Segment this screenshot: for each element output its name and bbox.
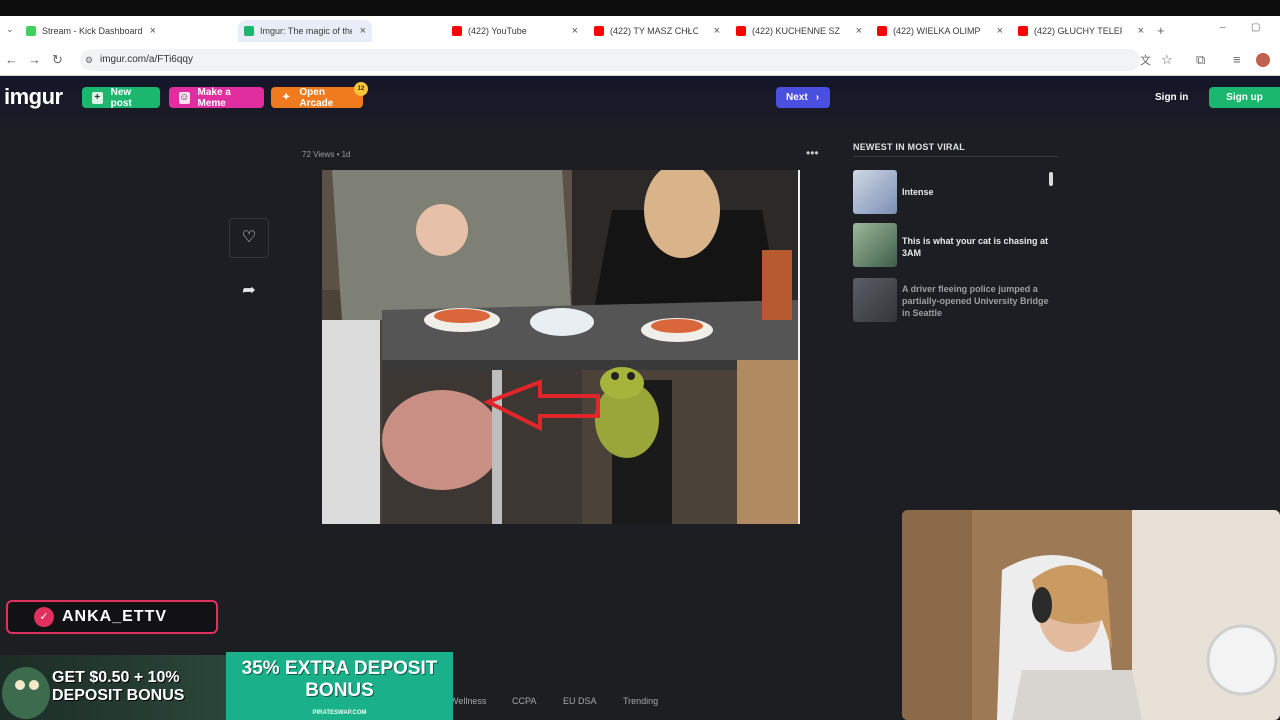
youtube-icon <box>877 26 887 36</box>
rail-divider <box>853 156 1058 157</box>
twitter-icon: ✓ <box>34 607 54 627</box>
meme-icon: ☺ <box>179 91 190 104</box>
youtube-icon <box>736 26 746 36</box>
tab-youtube-3[interactable]: (422) KUCHENNE SZPONY × <box>736 20 862 42</box>
post-photo <box>322 170 798 524</box>
favorite-heart-icon[interactable]: ♡ <box>229 218 269 258</box>
footer-link[interactable]: CCPA <box>512 696 536 706</box>
youtube-icon <box>594 26 604 36</box>
footer-link[interactable]: EU DSA <box>563 696 597 706</box>
rail-thumbnail <box>853 278 897 322</box>
gamepad-icon: ✦ <box>282 91 291 103</box>
share-arrow-icon[interactable]: ➦ <box>239 280 259 300</box>
chevron-right-icon: › <box>815 92 820 103</box>
post-meta: 72 Views • 1d <box>302 150 351 159</box>
tab-youtube[interactable]: (422) YouTube × <box>452 20 578 42</box>
rail-item[interactable]: A driver fleeing police jumped a partial… <box>853 278 1058 322</box>
plus-icon: + <box>92 91 103 104</box>
profile-avatar[interactable] <box>1256 53 1270 67</box>
open-arcade-button[interactable]: ✦ Open Arcade <box>271 87 363 109</box>
tab-imgur[interactable]: Imgur: The magic of the Internet × <box>238 20 372 42</box>
close-tab-icon[interactable]: × <box>572 25 578 37</box>
tab-youtube-5[interactable]: (422) GŁUCHY TELEFON 2 × <box>1018 20 1144 42</box>
forward-icon[interactable]: → <box>28 52 41 67</box>
deposit-bonus-ad[interactable]: GET $0.50 + 10% DEPOSIT BONUS <box>0 655 226 720</box>
sign-up-button[interactable]: Sign up <box>1209 87 1280 108</box>
sign-in-link[interactable]: Sign in <box>1155 92 1188 103</box>
webcam-video <box>902 510 1280 720</box>
more-options-icon[interactable]: ••• <box>806 146 819 160</box>
rail-item[interactable]: Intense <box>853 170 1058 214</box>
tab-youtube-4[interactable]: (422) WIELKA OLIMPIADA × <box>877 20 1003 42</box>
next-post-button[interactable]: Next › <box>776 87 830 108</box>
tab-search-icon[interactable]: ⌄ <box>6 24 14 35</box>
imgur-logo[interactable]: imgur <box>4 84 63 110</box>
close-tab-icon[interactable]: × <box>997 25 1003 37</box>
maximize-icon[interactable]: ▢ <box>1251 22 1260 33</box>
browser-tabbar: ⌄ Stream - Kick Dashboard × Imgur: The m… <box>0 0 1280 44</box>
new-tab-icon[interactable]: + <box>1157 23 1165 38</box>
arcade-badge: 12 <box>354 82 368 96</box>
close-tab-icon[interactable]: × <box>714 25 720 37</box>
rail-scrollbar[interactable] <box>1049 172 1053 186</box>
tab-kick-dashboard[interactable]: Stream - Kick Dashboard × <box>26 20 156 42</box>
menu-list-icon[interactable]: ≡ <box>1233 52 1241 67</box>
close-tab-icon[interactable]: × <box>1138 25 1144 37</box>
close-tab-icon[interactable]: × <box>360 25 366 37</box>
reload-icon[interactable]: ↻ <box>52 52 63 68</box>
views-count: 72 Views <box>302 150 335 159</box>
pirateswap-ad[interactable]: 35% EXTRA DEPOSIT BONUS PIRATESWAP.COM <box>226 652 453 720</box>
rail-thumbnail <box>853 170 897 214</box>
youtube-icon <box>452 26 462 36</box>
imgur-icon <box>244 26 254 36</box>
kick-icon <box>26 26 36 36</box>
new-post-button[interactable]: + New post <box>82 87 160 109</box>
youtube-icon <box>1018 26 1028 36</box>
back-icon[interactable]: ← <box>5 52 18 67</box>
extensions-icon[interactable]: ⧉ <box>1196 52 1205 68</box>
translate-icon[interactable]: 文 <box>1140 52 1151 68</box>
footer-link[interactable]: Trending <box>623 696 658 706</box>
streamer-webcam <box>902 510 1280 720</box>
streamer-handle-banner: ✓ ANKA_ETTV <box>6 600 218 634</box>
make-meme-button[interactable]: ☺ Make a Meme <box>169 87 264 109</box>
close-tab-icon[interactable]: × <box>856 25 862 37</box>
minimize-icon[interactable]: – <box>1220 22 1226 33</box>
site-header: imgur + New post ☺ Make a Meme ✦ Open Ar… <box>0 76 1280 120</box>
footer-link[interactable]: Wellness <box>450 696 486 706</box>
address-bar[interactable]: ⚙ imgur.com/a/FTi6qqy <box>80 49 1140 71</box>
tab-youtube-2[interactable]: (422) TY MASZ CHŁOPAKA × <box>594 20 720 42</box>
rail-thumbnail <box>853 223 897 267</box>
close-tab-icon[interactable]: × <box>150 25 156 37</box>
browser-toolbar: ← → ↻ ⚙ imgur.com/a/FTi6qqy 文 ☆ ⧉ ≡ <box>0 44 1280 76</box>
rail-item[interactable]: This is what your cat is chasing at 3AM <box>853 223 1058 267</box>
rail-title: NEWEST IN MOST VIRAL <box>853 142 965 152</box>
bookmark-star-icon[interactable]: ☆ <box>1161 52 1173 68</box>
post-image[interactable] <box>322 170 800 524</box>
post-age: 1d <box>341 150 351 159</box>
site-info-icon[interactable]: ⚙ <box>85 49 93 71</box>
